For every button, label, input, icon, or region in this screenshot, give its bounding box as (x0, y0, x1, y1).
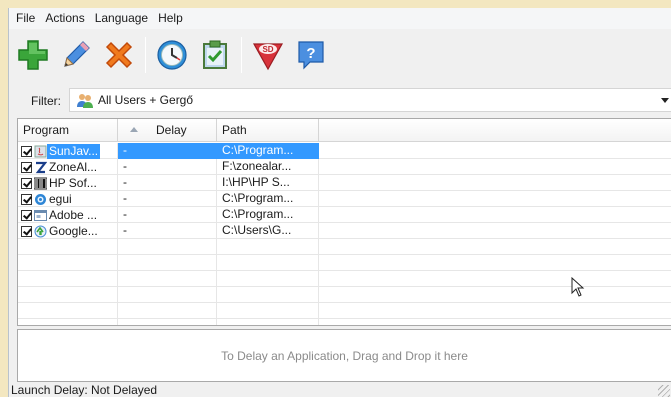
mouse-cursor-icon (571, 277, 585, 297)
cell-program: ZoneAl... (18, 159, 118, 175)
table-row[interactable]: HP Sof... - I:\HP\HP S... (18, 175, 671, 191)
cell-program: Google... (18, 223, 118, 239)
column-header-delay[interactable]: Delay (118, 119, 217, 142)
svg-text:SD: SD (262, 45, 273, 54)
table-row[interactable]: ZoneAl... - F:\zonealar... (18, 159, 671, 175)
cell-program: SunJav... (18, 143, 118, 159)
remove-x-icon (105, 41, 133, 69)
table-row[interactable]: egui - C:\Program... (18, 191, 671, 207)
add-button[interactable] (13, 35, 53, 75)
clipboard-check-icon (203, 40, 227, 69)
table-row[interactable]: Adobe ... - C:\Program... (18, 207, 671, 223)
cell-delay: - (123, 159, 127, 173)
checkbox[interactable] (21, 145, 32, 157)
column-header-label: Path (222, 123, 247, 137)
properties-button[interactable] (195, 35, 235, 75)
toolbar-separator (241, 37, 242, 73)
resize-grip[interactable] (658, 385, 670, 397)
zonealarm-icon (35, 161, 47, 173)
users-icon (77, 94, 93, 108)
filter-label: Filter: (31, 94, 61, 108)
sd-logo-icon: SD (252, 43, 284, 71)
svg-text:?: ? (306, 45, 315, 62)
cell-delay: - (118, 143, 217, 159)
list-header: Program Delay Path (18, 119, 671, 142)
help-button[interactable]: ? (291, 35, 331, 75)
filter-bar: Filter: All Users + Gergő (9, 88, 671, 114)
empty-row (18, 255, 671, 271)
column-header-program[interactable]: Program (18, 119, 118, 142)
menu-language[interactable]: Language (90, 8, 153, 29)
toolbar: SD ? (9, 29, 671, 81)
cell-path: C:\Users\G... (222, 223, 292, 237)
table-row[interactable]: Google... - C:\Users\G... (18, 223, 671, 239)
clock-icon (157, 40, 187, 70)
filter-value: All Users + Gergő (98, 93, 194, 107)
empty-row (18, 303, 671, 319)
filter-dropdown[interactable]: All Users + Gergő (69, 88, 671, 112)
program-name: ZoneAl... (49, 159, 98, 174)
cell-delay: - (123, 207, 127, 221)
cell-program: egui (18, 191, 118, 207)
column-header-label: Program (23, 123, 70, 137)
program-name: Google... (49, 223, 98, 238)
status-text: Launch Delay: Not Delayed (11, 383, 158, 397)
empty-row (18, 239, 671, 255)
cell-path: C:\Program... (222, 191, 294, 205)
edit-pencil-icon (64, 41, 90, 67)
checkbox[interactable] (21, 193, 32, 205)
checkbox[interactable] (21, 225, 32, 237)
program-list[interactable]: Program Delay Path SunJav... - C:\Progra (17, 118, 671, 326)
drop-zone-hint: To Delay an Application, Drag and Drop i… (221, 348, 468, 363)
cell-path: C:\Program... (217, 143, 319, 159)
add-icon (18, 40, 48, 70)
program-name: egui (49, 191, 72, 206)
menu-file[interactable]: File (11, 8, 40, 29)
sd-button[interactable]: SD (248, 35, 288, 75)
program-name: HP Sof... (49, 175, 97, 190)
menu-help[interactable]: Help (153, 8, 188, 29)
cell-delay: - (123, 191, 127, 205)
program-name: Adobe ... (49, 207, 98, 222)
cell-path: C:\Program... (222, 207, 294, 221)
table-row[interactable]: SunJav... - C:\Program... (18, 143, 671, 159)
java-icon (34, 145, 47, 157)
clock-button[interactable] (152, 35, 192, 75)
cell-path: F:\zonealar... (222, 159, 292, 173)
cell-delay: - (123, 223, 127, 237)
help-icon: ? (298, 41, 324, 70)
eset-icon (35, 193, 46, 205)
cell-program: HP Sof... (18, 175, 118, 191)
column-header-path[interactable]: Path (217, 119, 319, 142)
checkbox[interactable] (21, 177, 32, 189)
drop-zone[interactable]: To Delay an Application, Drag and Drop i… (17, 329, 671, 382)
checkbox[interactable] (21, 161, 32, 173)
sort-ascending-icon (130, 127, 138, 132)
cell-path: I:\HP\HP S... (222, 175, 290, 189)
cell-program: Adobe ... (18, 207, 118, 223)
adobe-window-icon (34, 209, 47, 221)
status-bar: Launch Delay: Not Delayed (9, 383, 671, 397)
program-name: SunJav... (47, 143, 101, 159)
menu-actions[interactable]: Actions (40, 8, 89, 29)
barcode-icon (34, 177, 47, 189)
chevron-down-icon[interactable] (661, 98, 669, 103)
remove-button[interactable] (99, 35, 139, 75)
toolbar-separator (145, 37, 146, 73)
menu-bar: File Actions Language Help (9, 8, 671, 29)
checkbox[interactable] (21, 209, 32, 221)
app-window: File Actions Language Help SD ? Filter: … (8, 8, 671, 397)
cell-delay: - (123, 175, 127, 189)
google-update-icon (34, 225, 47, 237)
column-header-label: Delay (156, 123, 187, 137)
edit-button[interactable] (56, 35, 96, 75)
